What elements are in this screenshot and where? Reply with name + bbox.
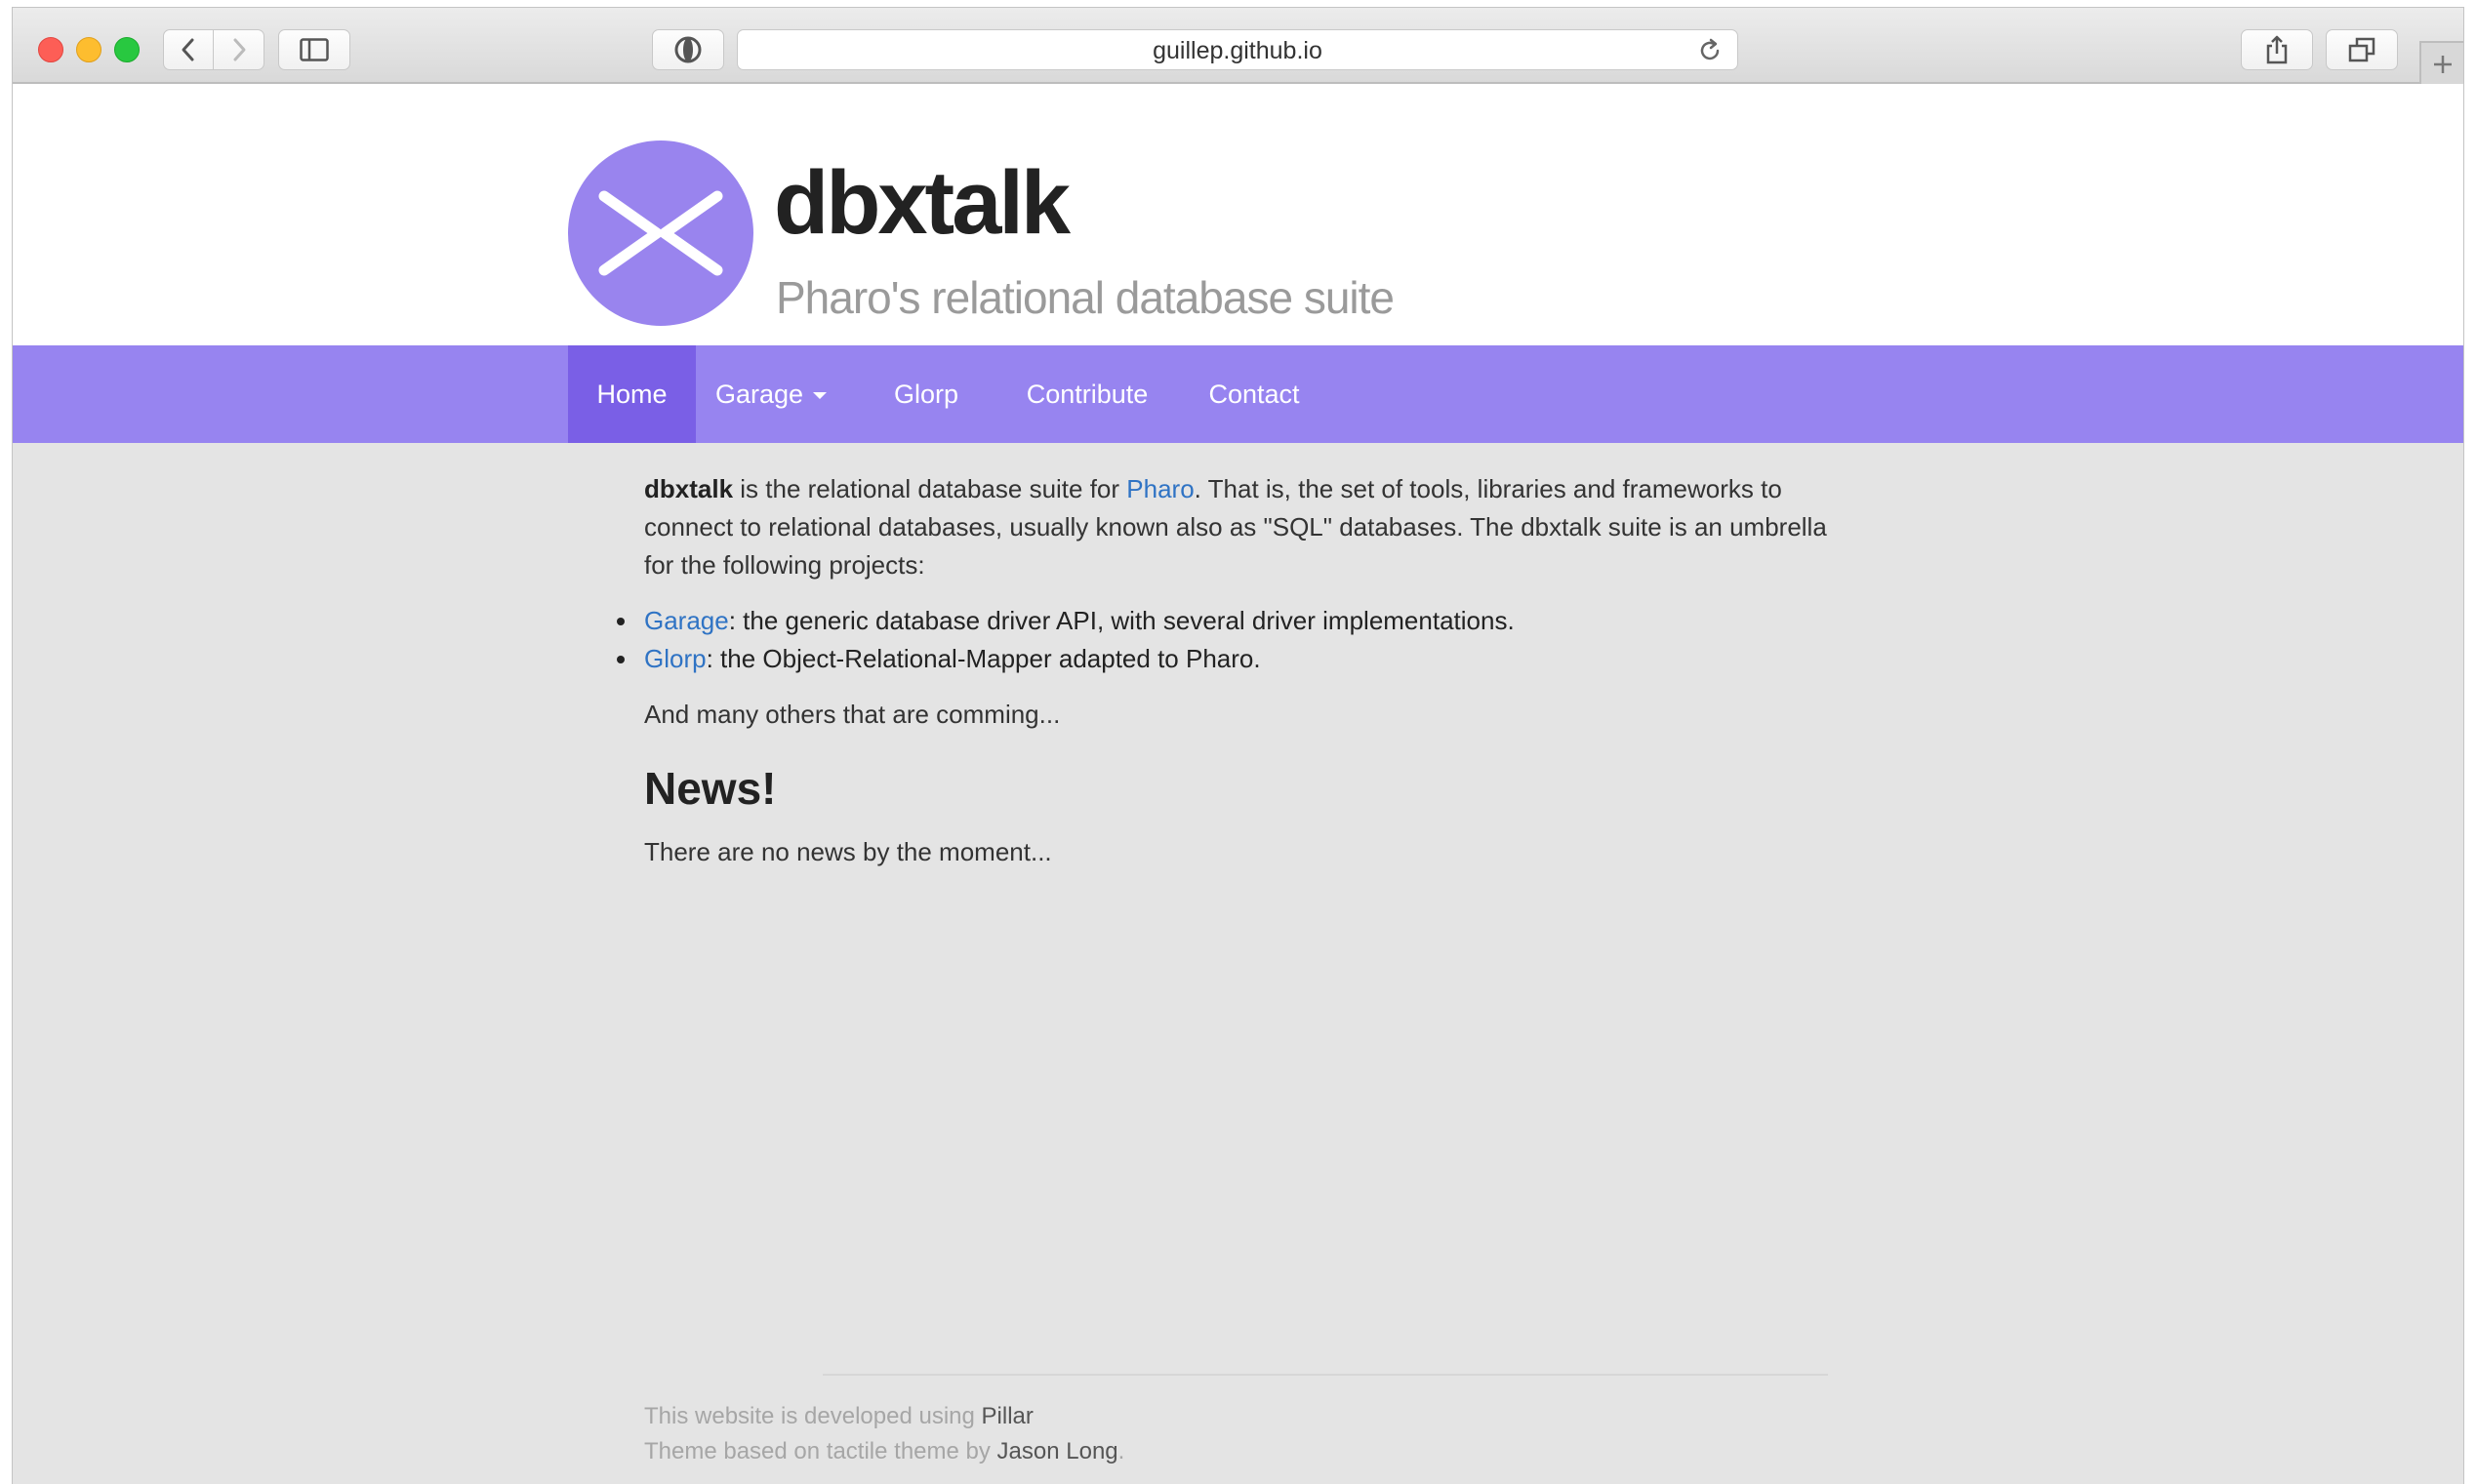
share-button[interactable] — [2241, 29, 2313, 70]
sidebar-button[interactable] — [278, 29, 350, 70]
address-url[interactable]: guillep.github.io — [738, 30, 1737, 71]
jason-long-link[interactable]: Jason Long — [997, 1438, 1118, 1464]
site-footer: This website is developed using Pillar T… — [644, 1399, 1124, 1469]
site-header: dbxtalk Pharo's relational database suit… — [13, 84, 2463, 345]
plus-icon — [2433, 56, 2452, 73]
nav-item-home[interactable]: Home — [568, 345, 696, 443]
nav-item-label: Garage — [714, 380, 804, 409]
maximize-window-button[interactable] — [114, 37, 140, 62]
footer-line-2: Theme based on tactile theme by Jason Lo… — [644, 1434, 1124, 1469]
address-bar[interactable]: guillep.github.io — [737, 29, 1738, 70]
intro-bold: dbxtalk — [644, 474, 734, 503]
nav-item-glorp[interactable]: Glorp — [891, 345, 961, 443]
nav-item-contact[interactable]: Contact — [1205, 345, 1303, 443]
logo-cross-icon — [598, 190, 723, 276]
tabs-overview-button[interactable] — [2326, 29, 2398, 70]
news-heading: News! — [644, 763, 777, 814]
share-icon — [2266, 35, 2288, 64]
tabs-overview-icon — [2348, 37, 2375, 62]
nav-item-label: Glorp — [893, 380, 959, 409]
footer-text: This website is developed using — [644, 1403, 982, 1429]
footer-line-1: This website is developed using Pillar — [644, 1399, 1124, 1434]
list-item-text: : the generic database driver API, with … — [728, 606, 1515, 635]
nav-item-garage[interactable]: Garage — [708, 345, 834, 443]
list-item: Garage: the generic database driver API,… — [617, 602, 1835, 640]
web-page: dbxtalk Pharo's relational database suit… — [13, 84, 2463, 1484]
nav-item-label: Contact — [1208, 380, 1300, 409]
news-text: There are no news by the moment... — [644, 837, 1052, 866]
privacy-icon — [674, 36, 702, 63]
pillar-link[interactable]: Pillar — [982, 1403, 1034, 1429]
nav-item-label: Contribute — [1026, 380, 1149, 409]
chevron-left-icon — [182, 38, 194, 61]
footer-text-end: . — [1117, 1438, 1125, 1464]
footer-divider — [823, 1374, 1828, 1376]
privacy-button[interactable] — [652, 29, 724, 70]
intro-text-1: is the relational database suite for — [733, 474, 1127, 503]
back-button[interactable] — [163, 29, 214, 70]
dbxtalk-logo-icon[interactable] — [568, 140, 753, 326]
reload-icon[interactable] — [1696, 37, 1724, 64]
glorp-link[interactable]: Glorp — [644, 644, 707, 673]
pharo-link[interactable]: Pharo — [1126, 474, 1194, 503]
close-window-button[interactable] — [38, 37, 63, 62]
site-title[interactable]: dbxtalk — [774, 152, 1071, 255]
sidebar-icon — [300, 38, 329, 61]
footer-text: Theme based on tactile theme by — [644, 1438, 997, 1464]
browser-toolbar: guillep.github.io — [13, 8, 2463, 86]
minimize-window-button[interactable] — [76, 37, 101, 62]
intro-paragraph: dbxtalk is the relational database suite… — [644, 470, 1835, 584]
more-projects-text: And many others that are comming... — [644, 700, 1061, 729]
forward-button[interactable] — [214, 29, 264, 70]
browser-window: guillep.github.io dbxtalk Pharo's relati… — [13, 8, 2463, 1484]
list-item: Glorp: the Object-Relational-Mapper adap… — [617, 640, 1835, 678]
garage-link[interactable]: Garage — [644, 606, 729, 635]
caret-down-icon — [813, 392, 828, 400]
projects-list: Garage: the generic database driver API,… — [617, 602, 1835, 678]
main-navigation: Home Garage Glorp Contribute Contact — [13, 345, 2463, 443]
new-tab-button[interactable] — [2419, 41, 2463, 86]
site-tagline: Pharo's relational database suite — [776, 272, 1395, 323]
main-content: dbxtalk is the relational database suite… — [617, 470, 1835, 871]
nav-item-label: Home — [596, 380, 668, 409]
nav-item-contribute[interactable]: Contribute — [1022, 345, 1153, 443]
list-item-text: : the Object-Relational-Mapper adapted t… — [706, 644, 1261, 673]
chevron-right-icon — [233, 38, 245, 61]
